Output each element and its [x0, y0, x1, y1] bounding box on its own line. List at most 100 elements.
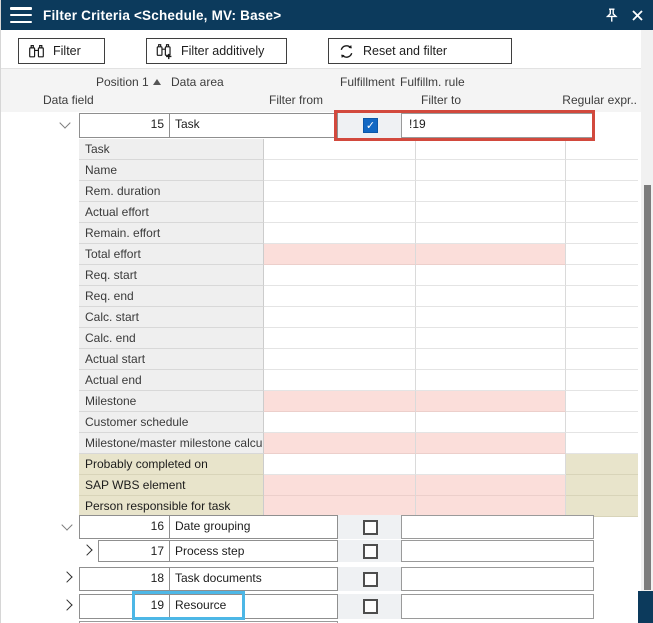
regular-expr-cell[interactable] — [566, 286, 638, 307]
position-cell[interactable]: 15 — [80, 114, 170, 137]
regular-expr-cell[interactable] — [566, 433, 638, 454]
filter-from-cell[interactable] — [264, 223, 416, 244]
filter-to-cell[interactable] — [416, 454, 566, 475]
data-area-cell[interactable]: Process step — [170, 541, 337, 561]
filter-from-cell[interactable] — [264, 265, 416, 286]
filter-from-cell[interactable] — [264, 202, 416, 223]
regular-expr-cell[interactable] — [566, 328, 638, 349]
reset-and-filter-button[interactable]: Reset and filter — [328, 38, 512, 64]
group-row-date-grouping[interactable]: 16 Date grouping — [79, 515, 338, 539]
regular-expr-cell[interactable] — [566, 202, 638, 223]
fulfillm-rule-input-task-documents[interactable] — [401, 567, 594, 591]
pin-icon[interactable] — [603, 7, 620, 24]
filter-to-cell[interactable] — [416, 181, 566, 202]
filter-from-cell[interactable] — [264, 328, 416, 349]
header-data-field[interactable]: Data field — [43, 93, 94, 107]
filter-from-cell[interactable] — [264, 160, 416, 181]
chevron-down-icon[interactable] — [61, 519, 72, 530]
filter-to-cell[interactable] — [416, 286, 566, 307]
group-row-process-step[interactable]: 17 Process step — [98, 540, 338, 562]
header-fulfillment[interactable]: Fulfillment — [340, 75, 395, 89]
regular-expr-cell[interactable] — [566, 370, 638, 391]
regular-expr-cell[interactable] — [566, 496, 638, 517]
fulfillm-rule-input-process-step[interactable] — [401, 540, 594, 562]
fulfillment-checkbox-date-grouping[interactable] — [363, 520, 378, 535]
regular-expr-cell[interactable] — [566, 181, 638, 202]
group-row-resource[interactable]: 19 Resource — [79, 594, 338, 619]
regular-expr-cell[interactable] — [566, 475, 638, 496]
group-row-task-documents[interactable]: 18 Task documents — [79, 567, 338, 591]
filter-to-cell[interactable] — [416, 475, 566, 496]
filter-to-cell[interactable] — [416, 223, 566, 244]
fulfillm-rule-input-resource[interactable] — [401, 594, 594, 619]
filter-to-cell[interactable] — [416, 349, 566, 370]
filter-button[interactable]: Filter — [18, 38, 105, 64]
regular-expr-cell[interactable] — [566, 265, 638, 286]
fulfillm-rule-input-task[interactable]: !19 — [401, 113, 594, 138]
filter-to-cell[interactable] — [416, 391, 566, 412]
header-position[interactable]: Position 1 — [96, 75, 149, 89]
filter-from-cell[interactable] — [264, 454, 416, 475]
filter-to-cell[interactable] — [416, 202, 566, 223]
position-cell[interactable]: 17 — [99, 541, 170, 561]
regular-expr-cell[interactable] — [566, 244, 638, 265]
position-cell[interactable]: 18 — [80, 568, 170, 590]
filter-to-cell[interactable] — [416, 139, 566, 160]
header-filter-from[interactable]: Filter from — [269, 93, 323, 107]
regular-expr-cell[interactable] — [566, 139, 638, 160]
header-regular-expr[interactable]: Regular expr.. — [557, 93, 637, 107]
header-fulfillm-rule[interactable]: Fulfillm. rule — [400, 75, 465, 89]
chevron-right-icon[interactable] — [61, 599, 72, 610]
filter-to-cell[interactable] — [416, 370, 566, 391]
header-filter-to[interactable]: Filter to — [421, 93, 461, 107]
filter-from-cell[interactable] — [264, 433, 416, 454]
filter-from-cell[interactable] — [264, 349, 416, 370]
filter-to-cell[interactable] — [416, 160, 566, 181]
chevron-right-icon[interactable] — [81, 544, 92, 555]
close-icon[interactable] — [629, 7, 646, 24]
filter-from-cell[interactable] — [264, 412, 416, 433]
filter-to-cell[interactable] — [416, 307, 566, 328]
position-cell[interactable]: 16 — [80, 516, 170, 538]
filter-to-cell[interactable] — [416, 328, 566, 349]
filter-from-cell[interactable] — [264, 370, 416, 391]
data-area-cell[interactable]: Date grouping — [170, 516, 337, 538]
filter-from-cell[interactable] — [264, 391, 416, 412]
filter-to-cell[interactable] — [416, 265, 566, 286]
filter-from-cell[interactable] — [264, 181, 416, 202]
group-row-task[interactable]: 15 Task — [79, 113, 338, 138]
data-area-cell[interactable]: Task — [170, 114, 337, 137]
fulfillment-checkbox-resource[interactable] — [363, 599, 378, 614]
chevron-down-icon[interactable] — [59, 117, 70, 128]
filter-to-cell[interactable] — [416, 496, 566, 517]
regular-expr-cell[interactable] — [566, 307, 638, 328]
regular-expr-cell[interactable] — [566, 412, 638, 433]
header-data-area[interactable]: Data area — [171, 75, 224, 89]
filter-from-cell[interactable] — [264, 496, 416, 517]
regular-expr-cell[interactable] — [566, 160, 638, 181]
regular-expr-cell[interactable] — [566, 223, 638, 244]
filter-to-cell[interactable] — [416, 412, 566, 433]
data-area-cell[interactable]: Resource — [170, 595, 337, 618]
position-cell[interactable]: 19 — [80, 595, 170, 618]
filter-from-cell[interactable] — [264, 307, 416, 328]
sort-ascending-icon[interactable] — [153, 79, 161, 85]
filter-from-cell[interactable] — [264, 244, 416, 265]
fulfillm-rule-input-date-grouping[interactable] — [401, 515, 594, 539]
regular-expr-cell[interactable] — [566, 454, 638, 475]
vertical-scrollbar-thumb[interactable] — [644, 185, 651, 590]
regular-expr-cell[interactable] — [566, 391, 638, 412]
fulfillment-checkbox-task-documents[interactable] — [363, 572, 378, 587]
menu-icon[interactable] — [10, 7, 32, 23]
fulfillment-checkbox-process-step[interactable] — [363, 544, 378, 559]
data-area-cell[interactable]: Task documents — [170, 568, 337, 590]
filter-additively-button[interactable]: Filter additively — [146, 38, 287, 64]
fulfillment-checkbox-task[interactable]: ✓ — [363, 118, 378, 133]
regular-expr-cell[interactable] — [566, 349, 638, 370]
filter-from-cell[interactable] — [264, 139, 416, 160]
filter-to-cell[interactable] — [416, 433, 566, 454]
filter-to-cell[interactable] — [416, 244, 566, 265]
filter-from-cell[interactable] — [264, 286, 416, 307]
filter-from-cell[interactable] — [264, 475, 416, 496]
chevron-right-icon[interactable] — [61, 571, 72, 582]
